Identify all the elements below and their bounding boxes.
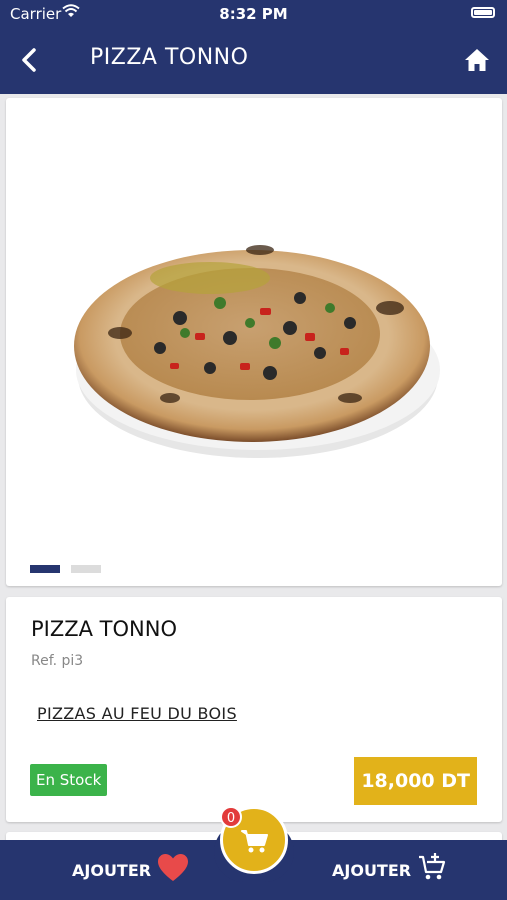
product-image-card: [6, 98, 502, 586]
status-bar: Carrier 8:32 PM: [0, 0, 507, 28]
app-header: Carrier 8:32 PM PIZZA TONNO: [0, 0, 507, 94]
cart-label: AJOUTER: [332, 860, 412, 880]
pager-dot-active[interactable]: [30, 565, 60, 573]
category-link[interactable]: PIZZAS AU FEU DU BOIS: [37, 704, 237, 723]
clock: 8:32 PM: [219, 5, 288, 23]
price-badge: 18,000 DT: [354, 757, 477, 805]
product-ref: Ref. pi3: [31, 653, 84, 669]
back-chevron-icon[interactable]: [14, 42, 46, 78]
heart-icon: [157, 853, 189, 887]
product-image[interactable]: [60, 238, 450, 468]
home-icon[interactable]: [463, 46, 491, 74]
add-to-cart-icon: [417, 853, 447, 887]
cart-count-badge: 0: [220, 806, 242, 828]
add-to-cart-button[interactable]: AJOUTER: [332, 853, 447, 887]
product-info-card: PIZZA TONNO Ref. pi3 PIZZAS AU FEU DU BO…: [6, 597, 502, 822]
favorites-label: AJOUTER: [72, 860, 152, 880]
cart-icon: [240, 826, 270, 860]
battery-icon: [471, 7, 495, 18]
product-name: PIZZA TONNO: [31, 617, 177, 641]
stock-badge: En Stock: [30, 764, 108, 796]
gallery-pager[interactable]: [30, 558, 107, 577]
add-to-favorites-button[interactable]: AJOUTER: [72, 854, 189, 886]
pager-dot[interactable]: [71, 565, 102, 573]
nav-row: PIZZA TONNO: [0, 32, 507, 88]
page-title: PIZZA TONNO: [90, 45, 249, 70]
